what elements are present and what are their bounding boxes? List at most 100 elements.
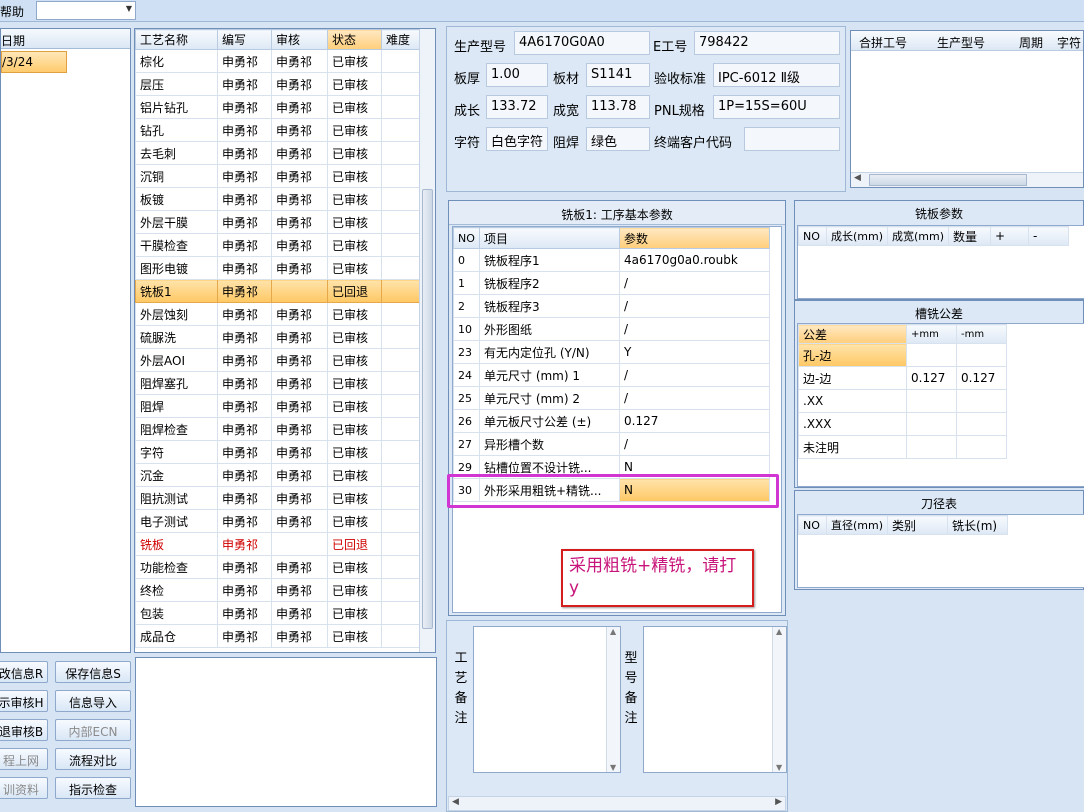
help-menu[interactable]: 帮助 bbox=[0, 3, 24, 20]
merge-grid-hscrollbar[interactable]: ◀ bbox=[851, 172, 1083, 187]
cell-difficulty[interactable] bbox=[381, 325, 422, 349]
col-process-name[interactable]: 工艺名称 bbox=[135, 29, 218, 50]
col-tolerance[interactable]: 公差 bbox=[798, 324, 907, 344]
cell-status[interactable]: 已审核 bbox=[327, 256, 382, 280]
col-no[interactable]: NO bbox=[798, 226, 827, 246]
cell-plus[interactable] bbox=[906, 389, 957, 413]
cell-writer[interactable]: 申勇祁 bbox=[217, 325, 272, 349]
scroll-right-icon[interactable]: ▶ bbox=[775, 797, 782, 807]
cell-minus[interactable]: 0.127 bbox=[956, 366, 1007, 390]
cell-difficulty[interactable] bbox=[381, 555, 422, 579]
cell-writer[interactable]: 申勇祁 bbox=[217, 210, 272, 234]
col-plus-mm[interactable]: +mm bbox=[906, 324, 957, 344]
cell-status[interactable]: 已审核 bbox=[327, 72, 382, 96]
cell-status[interactable]: 已审核 bbox=[327, 95, 382, 119]
table-row[interactable]: 2 铣板程序3/ bbox=[453, 294, 770, 318]
table-row[interactable]: 字符 申勇祁 申勇祁 已审核 bbox=[135, 440, 422, 464]
cell-status[interactable]: 已审核 bbox=[327, 141, 382, 165]
cell-process-name[interactable]: 外层AOI bbox=[135, 348, 218, 372]
cell-minus[interactable] bbox=[956, 343, 1007, 367]
table-row[interactable]: 未注明 bbox=[798, 435, 1007, 459]
cell-item[interactable]: 有无内定位孔 (Y/N) bbox=[479, 340, 620, 364]
col-value[interactable]: 参数 bbox=[619, 227, 770, 249]
cell-reviewer[interactable]: 申勇祁 bbox=[271, 555, 328, 579]
col-minus-mm[interactable]: -mm bbox=[956, 324, 1007, 344]
cell-reviewer[interactable]: 申勇祁 bbox=[271, 417, 328, 441]
col-merge-char[interactable]: 字符 bbox=[1057, 34, 1081, 51]
cell-reviewer[interactable]: 申勇祁 bbox=[271, 95, 328, 119]
left-action-button-9[interactable]: 指示检查 bbox=[55, 777, 131, 799]
cell-value[interactable]: 0.127 bbox=[619, 409, 770, 433]
cell-process-name[interactable]: 铝片钻孔 bbox=[135, 95, 218, 119]
cell-writer[interactable]: 申勇祁 bbox=[217, 72, 272, 96]
table-row[interactable]: 干膜检查 申勇祁 申勇祁 已审核 bbox=[135, 233, 422, 257]
cell-reviewer[interactable]: 申勇祁 bbox=[271, 463, 328, 487]
cell-item[interactable]: 单元尺寸 (mm) 2 bbox=[479, 386, 620, 410]
table-row[interactable]: 包装 申勇祁 申勇祁 已审核 bbox=[135, 601, 422, 625]
table-row[interactable]: 成品仓 申勇祁 申勇祁 已审核 bbox=[135, 624, 422, 648]
cell-process-name[interactable]: 铣板1 bbox=[135, 279, 218, 303]
cell-value[interactable]: Y bbox=[619, 340, 770, 364]
cell-reviewer[interactable] bbox=[271, 532, 328, 556]
table-row[interactable]: 阻焊 申勇祁 申勇祁 已审核 bbox=[135, 394, 422, 418]
length-field[interactable]: 133.72 bbox=[486, 95, 548, 119]
cell-writer[interactable]: 申勇祁 bbox=[217, 118, 272, 142]
cell-writer[interactable]: 申勇祁 bbox=[217, 509, 272, 533]
cell-minus[interactable] bbox=[956, 389, 1007, 413]
cell-reviewer[interactable]: 申勇祁 bbox=[271, 601, 328, 625]
pnl-field[interactable]: 1P=15S=60U bbox=[713, 95, 840, 119]
material-field[interactable]: S1141 bbox=[586, 63, 650, 87]
width-field[interactable]: 113.78 bbox=[586, 95, 650, 119]
table-row[interactable]: 功能检查 申勇祁 申勇祁 已审核 bbox=[135, 555, 422, 579]
cell-writer[interactable]: 申勇祁 bbox=[217, 440, 272, 464]
cell-process-name[interactable]: 功能检查 bbox=[135, 555, 218, 579]
cell-status[interactable]: 已审核 bbox=[327, 624, 382, 648]
cell-difficulty[interactable] bbox=[381, 141, 422, 165]
table-row[interactable]: 0 铣板程序1 4a6170g0a0.roubk bbox=[453, 248, 770, 272]
cell-writer[interactable]: 申勇祁 bbox=[217, 394, 272, 418]
col-no[interactable]: NO bbox=[798, 515, 827, 535]
cell-reviewer[interactable]: 申勇祁 bbox=[271, 325, 328, 349]
cell-process-name[interactable]: 阻焊检查 bbox=[135, 417, 218, 441]
scroll-down-icon[interactable]: ▼ bbox=[610, 763, 616, 772]
cell-process-name[interactable]: 去毛刺 bbox=[135, 141, 218, 165]
cell-writer[interactable]: 申勇祁 bbox=[217, 49, 272, 73]
col-merge-no[interactable]: 合拼工号 bbox=[859, 34, 907, 51]
cell-difficulty[interactable] bbox=[381, 601, 422, 625]
cell-difficulty[interactable] bbox=[381, 95, 422, 119]
cell-reviewer[interactable]: 申勇祁 bbox=[271, 118, 328, 142]
cell-writer[interactable]: 申勇祁 bbox=[217, 348, 272, 372]
cell-process-name[interactable]: 外层蚀刻 bbox=[135, 302, 218, 326]
cell-process-name[interactable]: 终检 bbox=[135, 578, 218, 602]
cell-status[interactable]: 已审核 bbox=[327, 417, 382, 441]
table-row[interactable]: 铣板1 申勇祁 已回退 bbox=[135, 279, 422, 303]
cell-writer[interactable]: 申勇祁 bbox=[217, 164, 272, 188]
cell-reviewer[interactable]: 申勇祁 bbox=[271, 210, 328, 234]
cell-item[interactable]: 铣板程序2 bbox=[479, 271, 620, 295]
cell-plus[interactable] bbox=[906, 435, 957, 459]
cell-status[interactable]: 已审核 bbox=[327, 302, 382, 326]
cell-plus[interactable] bbox=[906, 412, 957, 436]
cell-reviewer[interactable]: 申勇祁 bbox=[271, 394, 328, 418]
cell-difficulty[interactable] bbox=[381, 279, 422, 303]
table-row[interactable]: 孔-边 bbox=[798, 343, 1007, 367]
cell-reviewer[interactable] bbox=[271, 279, 328, 303]
table-row[interactable]: 阻焊塞孔 申勇祁 申勇祁 已审核 bbox=[135, 371, 422, 395]
cell-no[interactable]: 27 bbox=[453, 432, 480, 456]
col-plus[interactable]: + bbox=[990, 226, 1030, 246]
cell-writer[interactable]: 申勇祁 bbox=[217, 417, 272, 441]
cell-status[interactable]: 已审核 bbox=[327, 601, 382, 625]
cell-writer[interactable]: 申勇祁 bbox=[217, 302, 272, 326]
chevron-down-icon[interactable]: ▼ bbox=[126, 4, 132, 13]
cell-no[interactable]: 25 bbox=[453, 386, 480, 410]
col-writer[interactable]: 编写 bbox=[217, 29, 272, 50]
table-row[interactable]: 沉金 申勇祁 申勇祁 已审核 bbox=[135, 463, 422, 487]
cell-process-name[interactable]: 电子测试 bbox=[135, 509, 218, 533]
cell-status[interactable]: 已审核 bbox=[327, 233, 382, 257]
table-row[interactable]: 外层蚀刻 申勇祁 申勇祁 已审核 bbox=[135, 302, 422, 326]
cell-difficulty[interactable] bbox=[381, 348, 422, 372]
left-action-button-3[interactable]: 信息导入 bbox=[55, 690, 131, 712]
left-action-button-4[interactable]: 退审核B bbox=[0, 719, 48, 741]
cell-value[interactable]: / bbox=[619, 432, 770, 456]
cell-writer[interactable]: 申勇祁 bbox=[217, 532, 272, 556]
